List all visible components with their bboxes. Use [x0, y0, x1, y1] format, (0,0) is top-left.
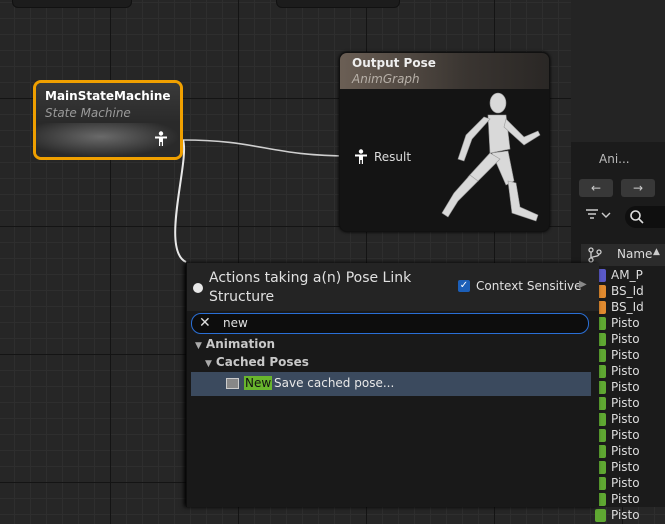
result-pin[interactable]: Result [354, 149, 411, 165]
forward-button[interactable]: → [621, 179, 655, 197]
tab-animations-label: Ani... [599, 152, 630, 166]
asset-row[interactable]: Pisto [595, 364, 665, 380]
context-sensitive-checkbox[interactable]: ✓ [458, 280, 470, 292]
category-cached-poses-label: Cached Poses [215, 355, 309, 369]
asset-row[interactable]: Pisto [595, 380, 665, 396]
search-match-highlight: New [244, 376, 273, 390]
running-mannequin-icon [441, 92, 541, 222]
action-menu-header: Actions taking a(n) Pose Link Structure … [187, 263, 599, 311]
arrow-right-icon: → [632, 181, 644, 195]
asset-name: Pisto [611, 412, 640, 426]
asset-name: Pisto [611, 316, 640, 330]
search-icon [630, 210, 644, 224]
asset-name: Pisto [611, 332, 640, 346]
name-column-header[interactable]: Name [617, 247, 652, 261]
chevron-right-icon[interactable]: ▶ [579, 279, 587, 290]
category-cached-poses[interactable]: ▼ Cached Poses [205, 355, 309, 369]
asset-name: Pisto [611, 492, 640, 506]
output-pose-title: Output Pose [352, 56, 436, 70]
asset-list: AM_P BS_Id BS_Id Pisto Pisto Pisto Pisto Pisto P… [595, 268, 665, 524]
asset-name: AM_P [611, 268, 643, 282]
asset-name: Pisto [611, 444, 640, 458]
result-pin-label: Result [374, 150, 412, 164]
asset-name: Pisto [611, 348, 640, 362]
context-sensitive-label[interactable]: Context Sensitive [476, 279, 582, 293]
details-panel [571, 0, 665, 142]
action-search-field[interactable]: ✕ new [191, 313, 589, 334]
output-pose-subtitle: AnimGraph [352, 72, 420, 86]
pose-output-pin-icon[interactable] [154, 131, 168, 150]
action-menu: Actions taking a(n) Pose Link Structure … [186, 263, 599, 507]
asset-row[interactable]: Pisto [595, 444, 665, 460]
action-item-label: Save cached pose... [274, 376, 395, 390]
anim-sequence-icon [595, 509, 606, 522]
asset-name: Pisto [611, 460, 640, 474]
asset-row[interactable]: Pisto [595, 316, 665, 332]
filter-dropdown-button[interactable] [585, 208, 613, 225]
asset-row[interactable]: AM_P [595, 268, 665, 284]
asset-row[interactable]: Pisto [595, 460, 665, 476]
asset-row[interactable]: Pisto [595, 508, 665, 524]
clear-search-icon[interactable]: ✕ [199, 315, 211, 331]
arrow-left-icon: ← [590, 181, 602, 195]
asset-row[interactable]: BS_Id [595, 300, 665, 316]
category-animation[interactable]: ▼ Animation [195, 337, 275, 351]
asset-name: BS_Id [611, 300, 644, 314]
asset-row[interactable]: Pisto [595, 492, 665, 508]
asset-row[interactable]: Pisto [595, 332, 665, 348]
asset-row[interactable]: Pisto [595, 348, 665, 364]
state-machine-title: MainStateMachine [45, 89, 171, 103]
wire-to-result [182, 139, 351, 157]
source-control-icon [588, 247, 602, 263]
state-machine-subtitle: State Machine [45, 106, 131, 120]
asset-name: Pisto [611, 364, 640, 378]
asset-row[interactable]: Pisto [595, 412, 665, 428]
back-button[interactable]: ← [579, 179, 613, 197]
state-machine-node[interactable]: MainStateMachine State Machine [33, 80, 183, 160]
pin-type-icon [193, 283, 203, 293]
pose-input-pin-icon[interactable] [354, 149, 368, 165]
expand-triangle-icon[interactable]: ▼ [205, 359, 212, 369]
action-item-save-cached-pose[interactable]: New Save cached pose... [191, 372, 591, 396]
asset-row[interactable]: Pisto [595, 428, 665, 444]
sort-icon[interactable]: ▲ [653, 247, 660, 257]
asset-row[interactable]: BS_Id [595, 284, 665, 300]
asset-row[interactable]: Pisto [595, 476, 665, 492]
asset-name: Pisto [611, 396, 640, 410]
expand-triangle-icon[interactable]: ▼ [195, 341, 202, 351]
category-animation-label: Animation [205, 337, 276, 351]
asset-name: Pisto [611, 476, 640, 490]
asset-name: Pisto [611, 380, 640, 394]
asset-name: Pisto [611, 508, 640, 522]
output-pose-node[interactable]: Output Pose AnimGraph Result [339, 52, 550, 232]
tab-animations[interactable]: Ani... [571, 147, 665, 173]
asset-name: Pisto [611, 428, 640, 442]
action-search-value[interactable]: new [223, 316, 248, 330]
node-icon [226, 378, 239, 389]
filter-icon [586, 209, 611, 219]
asset-search-input[interactable] [625, 206, 665, 228]
action-menu-title: Actions taking a(n) Pose Link Structure [209, 270, 412, 305]
asset-name: BS_Id [611, 284, 644, 298]
asset-row[interactable]: Pisto [595, 396, 665, 412]
